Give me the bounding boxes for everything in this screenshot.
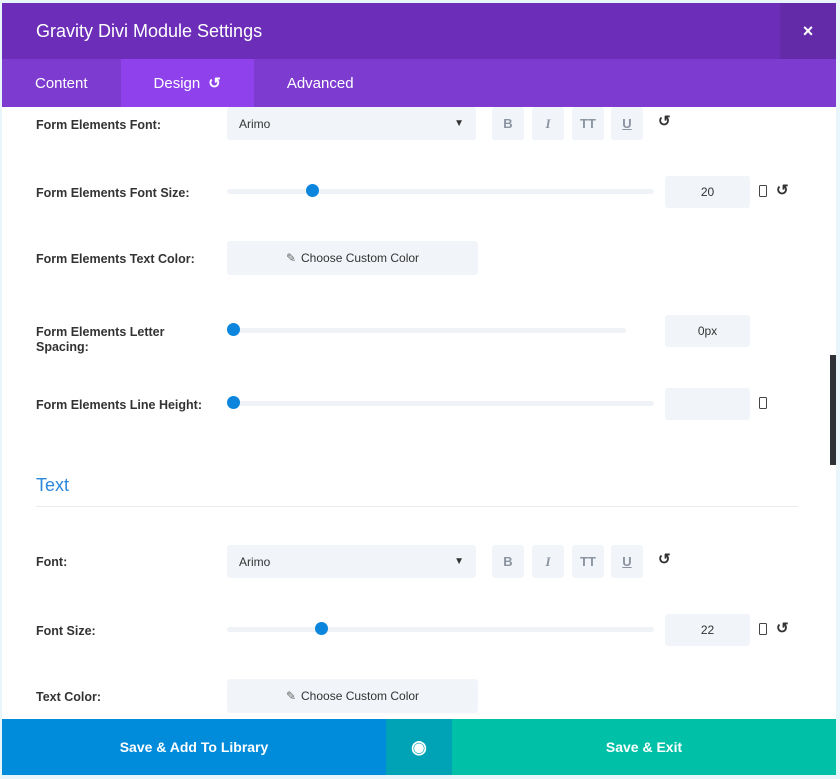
italic-button[interactable]: I: [532, 545, 564, 578]
font-size-label: Font Size:: [36, 624, 96, 638]
select-value: Arimo: [239, 554, 271, 569]
uppercase-button[interactable]: TT: [572, 545, 604, 578]
reset-icon[interactable]: ↺: [658, 550, 671, 568]
mobile-icon[interactable]: [759, 185, 767, 197]
modal-footer: Save & Add To Library ◉ Save & Exit: [2, 719, 836, 775]
select-value: Arimo: [239, 116, 271, 131]
mobile-icon[interactable]: [759, 397, 767, 409]
reset-icon[interactable]: ↺: [208, 74, 221, 92]
font-size-slider[interactable]: [227, 622, 654, 635]
form-elements-letter-spacing-label: Form Elements Letter Spacing:: [36, 325, 165, 354]
reset-icon[interactable]: ↺: [776, 619, 789, 637]
font-select[interactable]: Arimo ▼: [227, 545, 476, 578]
save-exit-button[interactable]: Save & Exit: [452, 719, 836, 775]
line-height-input[interactable]: [665, 388, 750, 420]
tab-content[interactable]: Content: [2, 59, 121, 107]
settings-content: Form Elements Font: Arimo ▼ B I TT U ↺ Fo…: [2, 107, 836, 719]
choose-color-button[interactable]: ✎ Choose Custom Color: [227, 679, 478, 713]
form-elements-font-label: Form Elements Font:: [36, 118, 162, 132]
divider: [36, 506, 798, 507]
button-label: Choose Custom Color: [301, 251, 420, 265]
letter-spacing-input[interactable]: 0px: [665, 315, 750, 347]
bold-button[interactable]: B: [492, 545, 524, 578]
font-size-input[interactable]: 20: [665, 176, 750, 208]
dropdown-arrow-icon: ▼: [454, 118, 464, 129]
letter-spacing-slider[interactable]: [227, 323, 626, 336]
slider-thumb[interactable]: [306, 184, 320, 197]
form-elements-font-select[interactable]: Arimo ▼: [227, 107, 476, 140]
choose-color-button[interactable]: ✎ Choose Custom Color: [227, 241, 478, 275]
eye-icon: ◉: [411, 736, 427, 757]
uppercase-button[interactable]: TT: [572, 107, 604, 140]
slider-thumb[interactable]: [227, 323, 240, 336]
modal-title: Gravity Divi Module Settings: [36, 21, 263, 41]
italic-button[interactable]: I: [532, 107, 564, 140]
tab-bar: Content Design ↺ Advanced: [2, 59, 836, 107]
slider-thumb[interactable]: [227, 396, 240, 409]
close-button[interactable]: ×: [780, 3, 836, 59]
scrollbar[interactable]: [830, 355, 836, 465]
button-label: Choose Custom Color: [301, 689, 420, 703]
bold-button[interactable]: B: [492, 107, 524, 140]
font-size-input[interactable]: 22: [665, 614, 750, 646]
text-color-label: Text Color:: [36, 690, 102, 704]
font-size-slider[interactable]: [227, 184, 654, 197]
tab-label: Content: [35, 74, 88, 92]
underline-button[interactable]: U: [611, 545, 643, 578]
module-settings-modal: Gravity Divi Module Settings × Content D…: [2, 3, 836, 775]
section-title-text: Text: [36, 475, 70, 495]
font-label: Font:: [36, 555, 68, 569]
eyedropper-icon: ✎: [285, 689, 296, 703]
tab-label: Advanced: [286, 74, 354, 92]
line-height-slider[interactable]: [227, 396, 654, 409]
tab-label: Design: [153, 74, 201, 92]
reset-icon[interactable]: ↺: [776, 181, 789, 199]
underline-button[interactable]: U: [611, 107, 643, 140]
tab-advanced[interactable]: Advanced: [254, 59, 387, 107]
eyedropper-icon: ✎: [285, 251, 296, 265]
slider-thumb[interactable]: [314, 622, 328, 635]
tab-design[interactable]: Design ↺: [120, 59, 254, 107]
modal-header: Gravity Divi Module Settings ×: [2, 3, 836, 59]
save-add-library-button[interactable]: Save & Add To Library: [2, 719, 386, 775]
preview-button[interactable]: ◉: [386, 719, 452, 775]
form-elements-font-size-label: Form Elements Font Size:: [36, 186, 190, 200]
reset-icon[interactable]: ↺: [658, 112, 671, 130]
form-elements-line-height-label: Form Elements Line Height:: [36, 398, 202, 412]
mobile-icon[interactable]: [759, 623, 767, 635]
dropdown-arrow-icon: ▼: [454, 556, 464, 567]
form-elements-text-color-label: Form Elements Text Color:: [36, 252, 195, 266]
